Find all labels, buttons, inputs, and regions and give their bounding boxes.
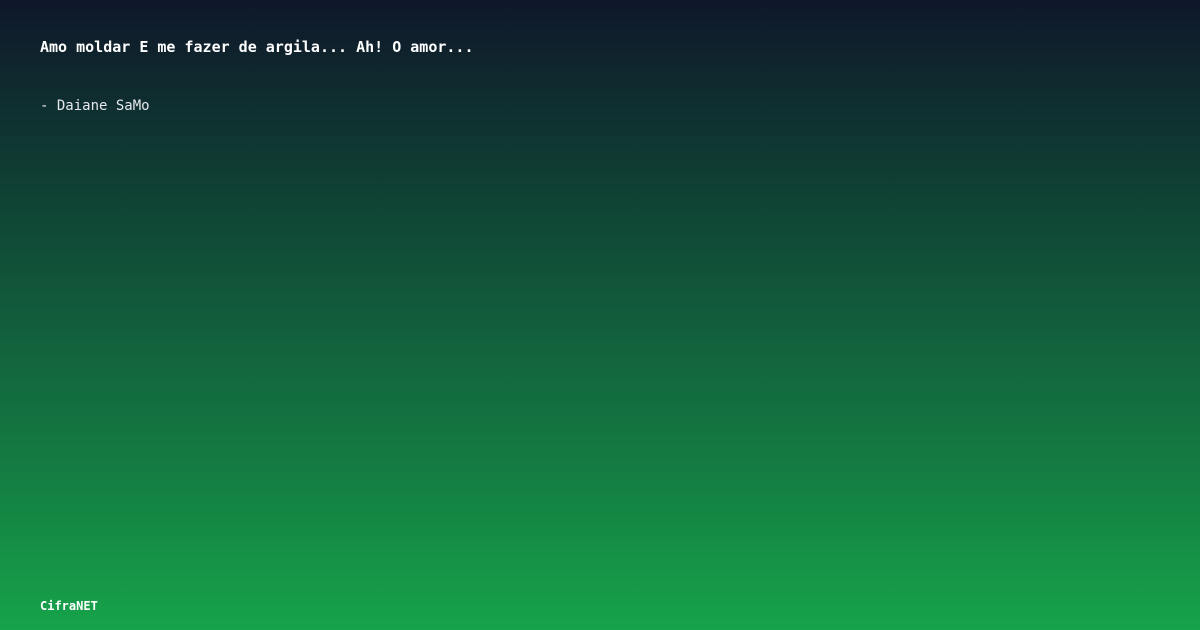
brand-name: CifraNET <box>40 599 98 613</box>
quote-author: - Daiane SaMo <box>40 98 150 114</box>
quote-card: Amo moldar E me fazer de argila... Ah! O… <box>0 0 1200 630</box>
quote-text: Amo moldar E me fazer de argila... Ah! O… <box>40 38 474 56</box>
